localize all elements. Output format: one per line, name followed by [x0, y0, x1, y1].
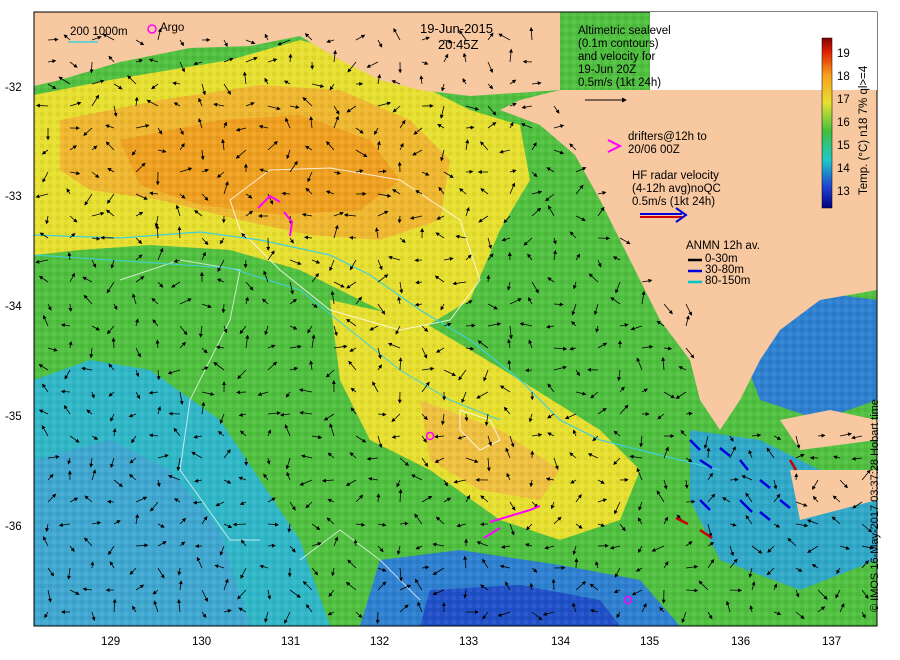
- hf-note-3: 0.5m/s (1kt 24h): [632, 196, 716, 208]
- velocity-arrow: [243, 259, 248, 269]
- x-tick: 133: [459, 636, 479, 648]
- drifters-note-2: 20/06 00Z: [628, 144, 680, 156]
- anmn-item-2: 80-150m: [705, 275, 751, 287]
- velocity-arrow: [236, 390, 247, 395]
- colorbar-title: Temp. (°C) n18 7% ql>=4: [858, 65, 870, 195]
- hf-note-2: (4-12h avg)noQC: [632, 183, 721, 195]
- colorbar: [821, 37, 833, 209]
- sst-field: [34, 12, 877, 626]
- x-tick: 131: [281, 636, 301, 648]
- altimetry-note-3: and velocity for: [578, 51, 656, 63]
- velocity-arrow: [525, 368, 533, 373]
- velocity-arrow: [685, 499, 696, 504]
- velocity-arrow: [574, 558, 579, 569]
- map-time: 20:45Z: [438, 37, 479, 52]
- x-tick: 129: [101, 636, 121, 648]
- velocity-arrow: [107, 499, 115, 504]
- colorbar-tick: 15: [837, 140, 850, 152]
- colorbar-tick: 18: [837, 71, 850, 83]
- x-tick: 135: [640, 636, 660, 648]
- x-tick: 136: [731, 636, 751, 648]
- credit: © IMOS 16-May-2017 03:37:28 Hobart time: [869, 399, 881, 612]
- colorbar-tick: 16: [837, 117, 850, 129]
- colorbar-tick: 14: [837, 163, 850, 175]
- ocean-map: [33, 11, 878, 627]
- y-tick: -35: [5, 411, 22, 423]
- colorbar-tick: 13: [837, 186, 850, 198]
- x-tick: 130: [192, 636, 212, 648]
- altimetry-note-4: 19-Jun 20Z: [578, 64, 637, 76]
- velocity-arrow: [349, 235, 357, 240]
- velocity-arrow: [375, 611, 380, 624]
- argo-legend: Argo: [160, 22, 185, 34]
- map-date: 19-Jun-2015: [420, 21, 493, 36]
- drifters-note-1: drifters@12h to: [628, 131, 707, 143]
- velocity-arrow: [551, 578, 556, 591]
- colorbar-tick: 19: [837, 48, 850, 60]
- velocity-arrow: [794, 473, 799, 481]
- y-tick: -36: [5, 521, 22, 533]
- velocity-arrow: [267, 543, 276, 548]
- x-tick: 134: [551, 636, 571, 648]
- altimetry-note-2: (0.1m contours): [578, 38, 659, 50]
- y-tick: -34: [5, 301, 22, 313]
- y-tick: -33: [5, 191, 22, 203]
- velocity-arrow: [168, 411, 181, 416]
- depth-legend: 200 1000m: [70, 26, 128, 38]
- colorbar-tick: 17: [837, 94, 850, 106]
- altimetry-note-5: 0.5m/s (1kt 24h): [578, 77, 662, 89]
- x-tick: 132: [370, 636, 390, 648]
- hf-note-1: HF radar velocity: [632, 170, 719, 182]
- x-tick: 137: [822, 636, 842, 648]
- altimetry-note-1: Altimetric sealevel: [578, 25, 671, 37]
- anmn-title: ANMN 12h av.: [686, 240, 760, 252]
- y-tick: -32: [5, 82, 22, 94]
